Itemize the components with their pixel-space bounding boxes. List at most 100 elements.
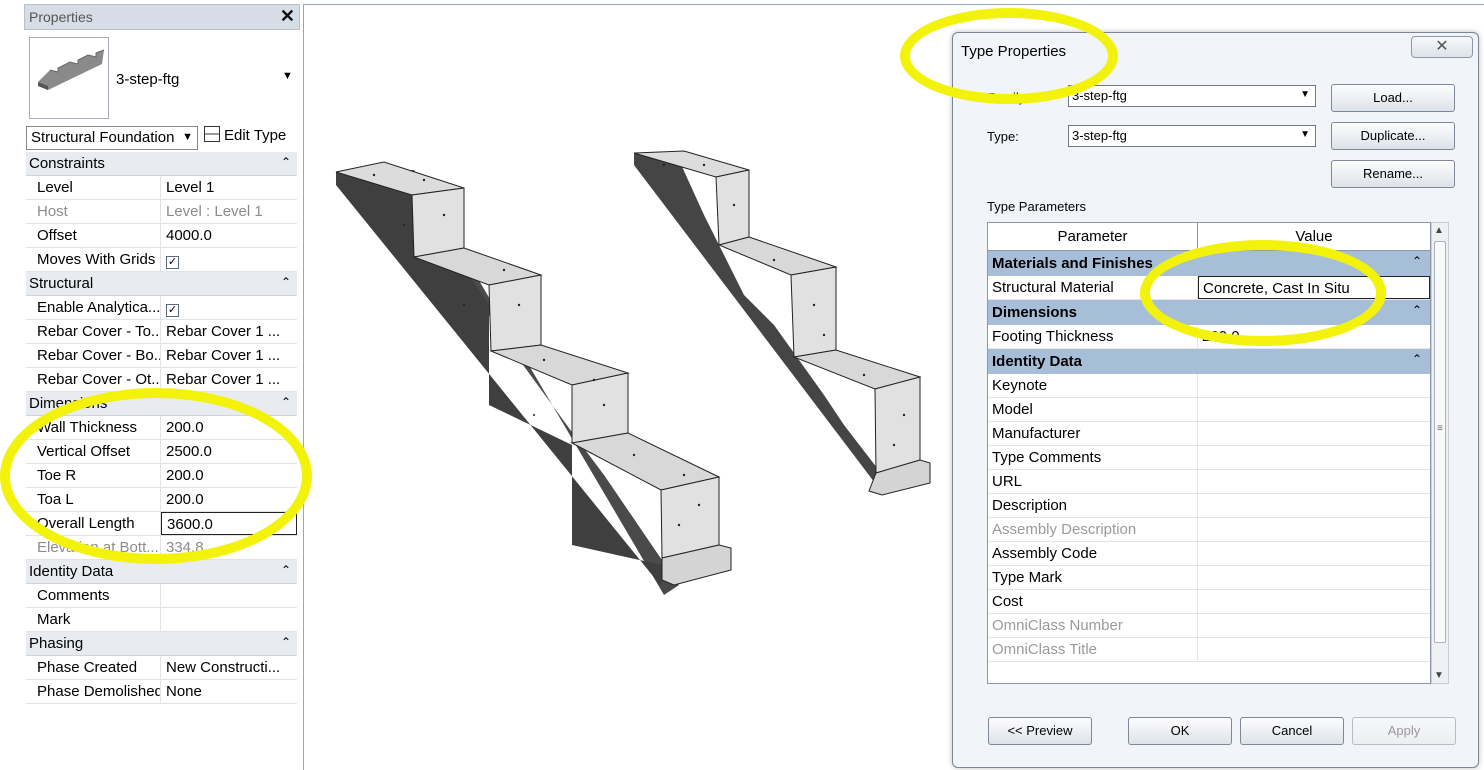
parameter-value[interactable] (1198, 590, 1430, 613)
property-row[interactable]: Toa L 200.0 (26, 488, 297, 512)
parameter-row[interactable]: Footing Thickness 200.0 (988, 325, 1430, 349)
group-header-structural[interactable]: Structural ⌃ (26, 272, 297, 296)
param-group-dimensions[interactable]: Dimensions ⌃ (988, 300, 1430, 325)
parameter-value[interactable]: Concrete, Cast In Situ (1198, 276, 1430, 299)
property-value[interactable] (161, 608, 297, 631)
type-parameters-scrollbar[interactable]: ▲ ≡ ▼ (1431, 222, 1449, 684)
parameter-row: Assembly Description (988, 518, 1430, 542)
property-value[interactable]: New Constructi... (161, 656, 297, 679)
close-icon[interactable]: ✕ (1411, 36, 1473, 58)
ok-button[interactable]: OK (1128, 717, 1232, 745)
collapse-icon[interactable]: ⌃ (281, 151, 291, 174)
property-row[interactable]: Offset 4000.0 (26, 224, 297, 248)
family-select[interactable]: 3-step-ftg ▼ (1068, 85, 1316, 107)
column-header-value[interactable]: Value (1198, 223, 1430, 250)
property-value[interactable]: 2500.0 (161, 440, 297, 463)
param-group-materials-and-finishes[interactable]: Materials and Finishes ⌃ (988, 251, 1430, 276)
parameter-value[interactable] (1198, 542, 1430, 565)
parameter-value[interactable]: 200.0 (1198, 325, 1430, 348)
parameter-row[interactable]: Type Comments (988, 446, 1430, 470)
edit-type-button[interactable]: Edit Type (204, 126, 286, 144)
parameter-value[interactable] (1198, 566, 1430, 589)
property-row[interactable]: Rebar Cover - To... Rebar Cover 1 ... (26, 320, 297, 344)
preview-button[interactable]: << Preview (988, 717, 1092, 745)
property-value[interactable]: Rebar Cover 1 ... (161, 320, 297, 343)
property-row[interactable]: Wall Thickness 200.0 (26, 416, 297, 440)
property-row[interactable]: Rebar Cover - Ot... Rebar Cover 1 ... (26, 368, 297, 392)
parameter-value[interactable] (1198, 494, 1430, 517)
load-button[interactable]: Load... (1331, 84, 1455, 112)
parameter-value[interactable] (1198, 398, 1430, 421)
category-filter-select[interactable]: Structural Foundation ▼ (26, 126, 198, 150)
property-value[interactable] (161, 584, 297, 607)
property-name: Rebar Cover - To... (26, 320, 161, 343)
checkbox-icon[interactable]: ✓ (166, 304, 179, 317)
parameter-row[interactable]: URL (988, 470, 1430, 494)
collapse-icon[interactable]: ⌃ (281, 391, 291, 414)
type-selector-name[interactable]: 3-step-ftg (116, 71, 179, 88)
property-row[interactable]: Mark (26, 608, 297, 632)
collapse-icon[interactable]: ⌃ (281, 631, 291, 654)
collapse-icon[interactable]: ⌃ (281, 559, 291, 582)
property-row[interactable]: Vertical Offset 2500.0 (26, 440, 297, 464)
property-row[interactable]: Enable Analytica... ✓ (26, 296, 297, 320)
duplicate-button[interactable]: Duplicate... (1331, 122, 1455, 150)
collapse-icon[interactable]: ⌃ (1412, 347, 1422, 372)
param-group-identity-data[interactable]: Identity Data ⌃ (988, 349, 1430, 374)
parameter-row: OmniClass Title (988, 638, 1430, 662)
scroll-up-icon[interactable]: ▲ (1434, 225, 1444, 236)
property-value[interactable]: Level 1 (161, 176, 297, 199)
property-value[interactable]: ✓ (161, 248, 297, 271)
rename-button[interactable]: Rename... (1331, 160, 1455, 188)
property-value[interactable]: 200.0 (161, 488, 297, 511)
group-header-dimensions[interactable]: Dimensions ⌃ (26, 392, 297, 416)
cancel-button[interactable]: Cancel (1240, 717, 1344, 745)
checkbox-icon[interactable]: ✓ (166, 256, 179, 269)
property-value[interactable]: 4000.0 (161, 224, 297, 247)
parameter-row[interactable]: Cost (988, 590, 1430, 614)
property-value[interactable]: None (161, 680, 297, 703)
property-row[interactable]: Comments (26, 584, 297, 608)
scroll-thumb[interactable] (1434, 241, 1446, 643)
parameter-name: Footing Thickness (988, 325, 1198, 348)
close-icon[interactable]: ✕ (280, 6, 295, 27)
property-row[interactable]: Rebar Cover - Bo... Rebar Cover 1 ... (26, 344, 297, 368)
property-value[interactable]: 200.0 (161, 416, 297, 439)
parameter-value[interactable] (1198, 374, 1430, 397)
type-select[interactable]: 3-step-ftg ▼ (1068, 125, 1316, 147)
parameter-row[interactable]: Structural Material Concrete, Cast In Sit… (988, 276, 1430, 300)
property-value[interactable]: Rebar Cover 1 ... (161, 368, 297, 391)
property-value[interactable]: 200.0 (161, 464, 297, 487)
parameter-row[interactable]: Model (988, 398, 1430, 422)
parameter-row[interactable]: Assembly Code (988, 542, 1430, 566)
parameter-row[interactable]: Description (988, 494, 1430, 518)
group-header-phasing[interactable]: Phasing ⌃ (26, 632, 297, 656)
property-row[interactable]: Phase Created New Constructi... (26, 656, 297, 680)
property-row[interactable]: Level Level 1 (26, 176, 297, 200)
property-name: Elevation at Bott... (26, 536, 161, 559)
scroll-down-icon[interactable]: ▼ (1434, 670, 1444, 681)
property-name: Enable Analytica... (26, 296, 161, 319)
type-properties-dialog: Type Properties ✕ Family: 3-step-ftg ▼ L… (952, 32, 1479, 768)
parameter-row[interactable]: Keynote (988, 374, 1430, 398)
column-header-parameter[interactable]: Parameter (988, 223, 1198, 250)
property-value[interactable]: ✓ (161, 296, 297, 319)
property-row[interactable]: Toe R 200.0 (26, 464, 297, 488)
property-row[interactable]: Overall Length 3600.0 (26, 512, 297, 536)
collapse-icon[interactable]: ⌃ (281, 271, 291, 294)
parameter-value[interactable] (1198, 446, 1430, 469)
collapse-icon[interactable]: ⌃ (1412, 249, 1422, 274)
parameter-value[interactable] (1198, 470, 1430, 493)
property-row[interactable]: Phase Demolished None (26, 680, 297, 704)
collapse-icon[interactable]: ⌃ (1412, 298, 1422, 323)
chevron-down-icon[interactable]: ▼ (282, 70, 293, 82)
property-row[interactable]: Moves With Grids ✓ (26, 248, 297, 272)
parameter-row[interactable]: Manufacturer (988, 422, 1430, 446)
group-header-constraints[interactable]: Constraints ⌃ (26, 152, 297, 176)
type-label: Type: (987, 129, 1019, 144)
group-header-identity-data[interactable]: Identity Data ⌃ (26, 560, 297, 584)
parameter-value[interactable] (1198, 422, 1430, 445)
property-value[interactable]: Rebar Cover 1 ... (161, 344, 297, 367)
parameter-row[interactable]: Type Mark (988, 566, 1430, 590)
property-value[interactable]: 3600.0 (161, 512, 297, 535)
